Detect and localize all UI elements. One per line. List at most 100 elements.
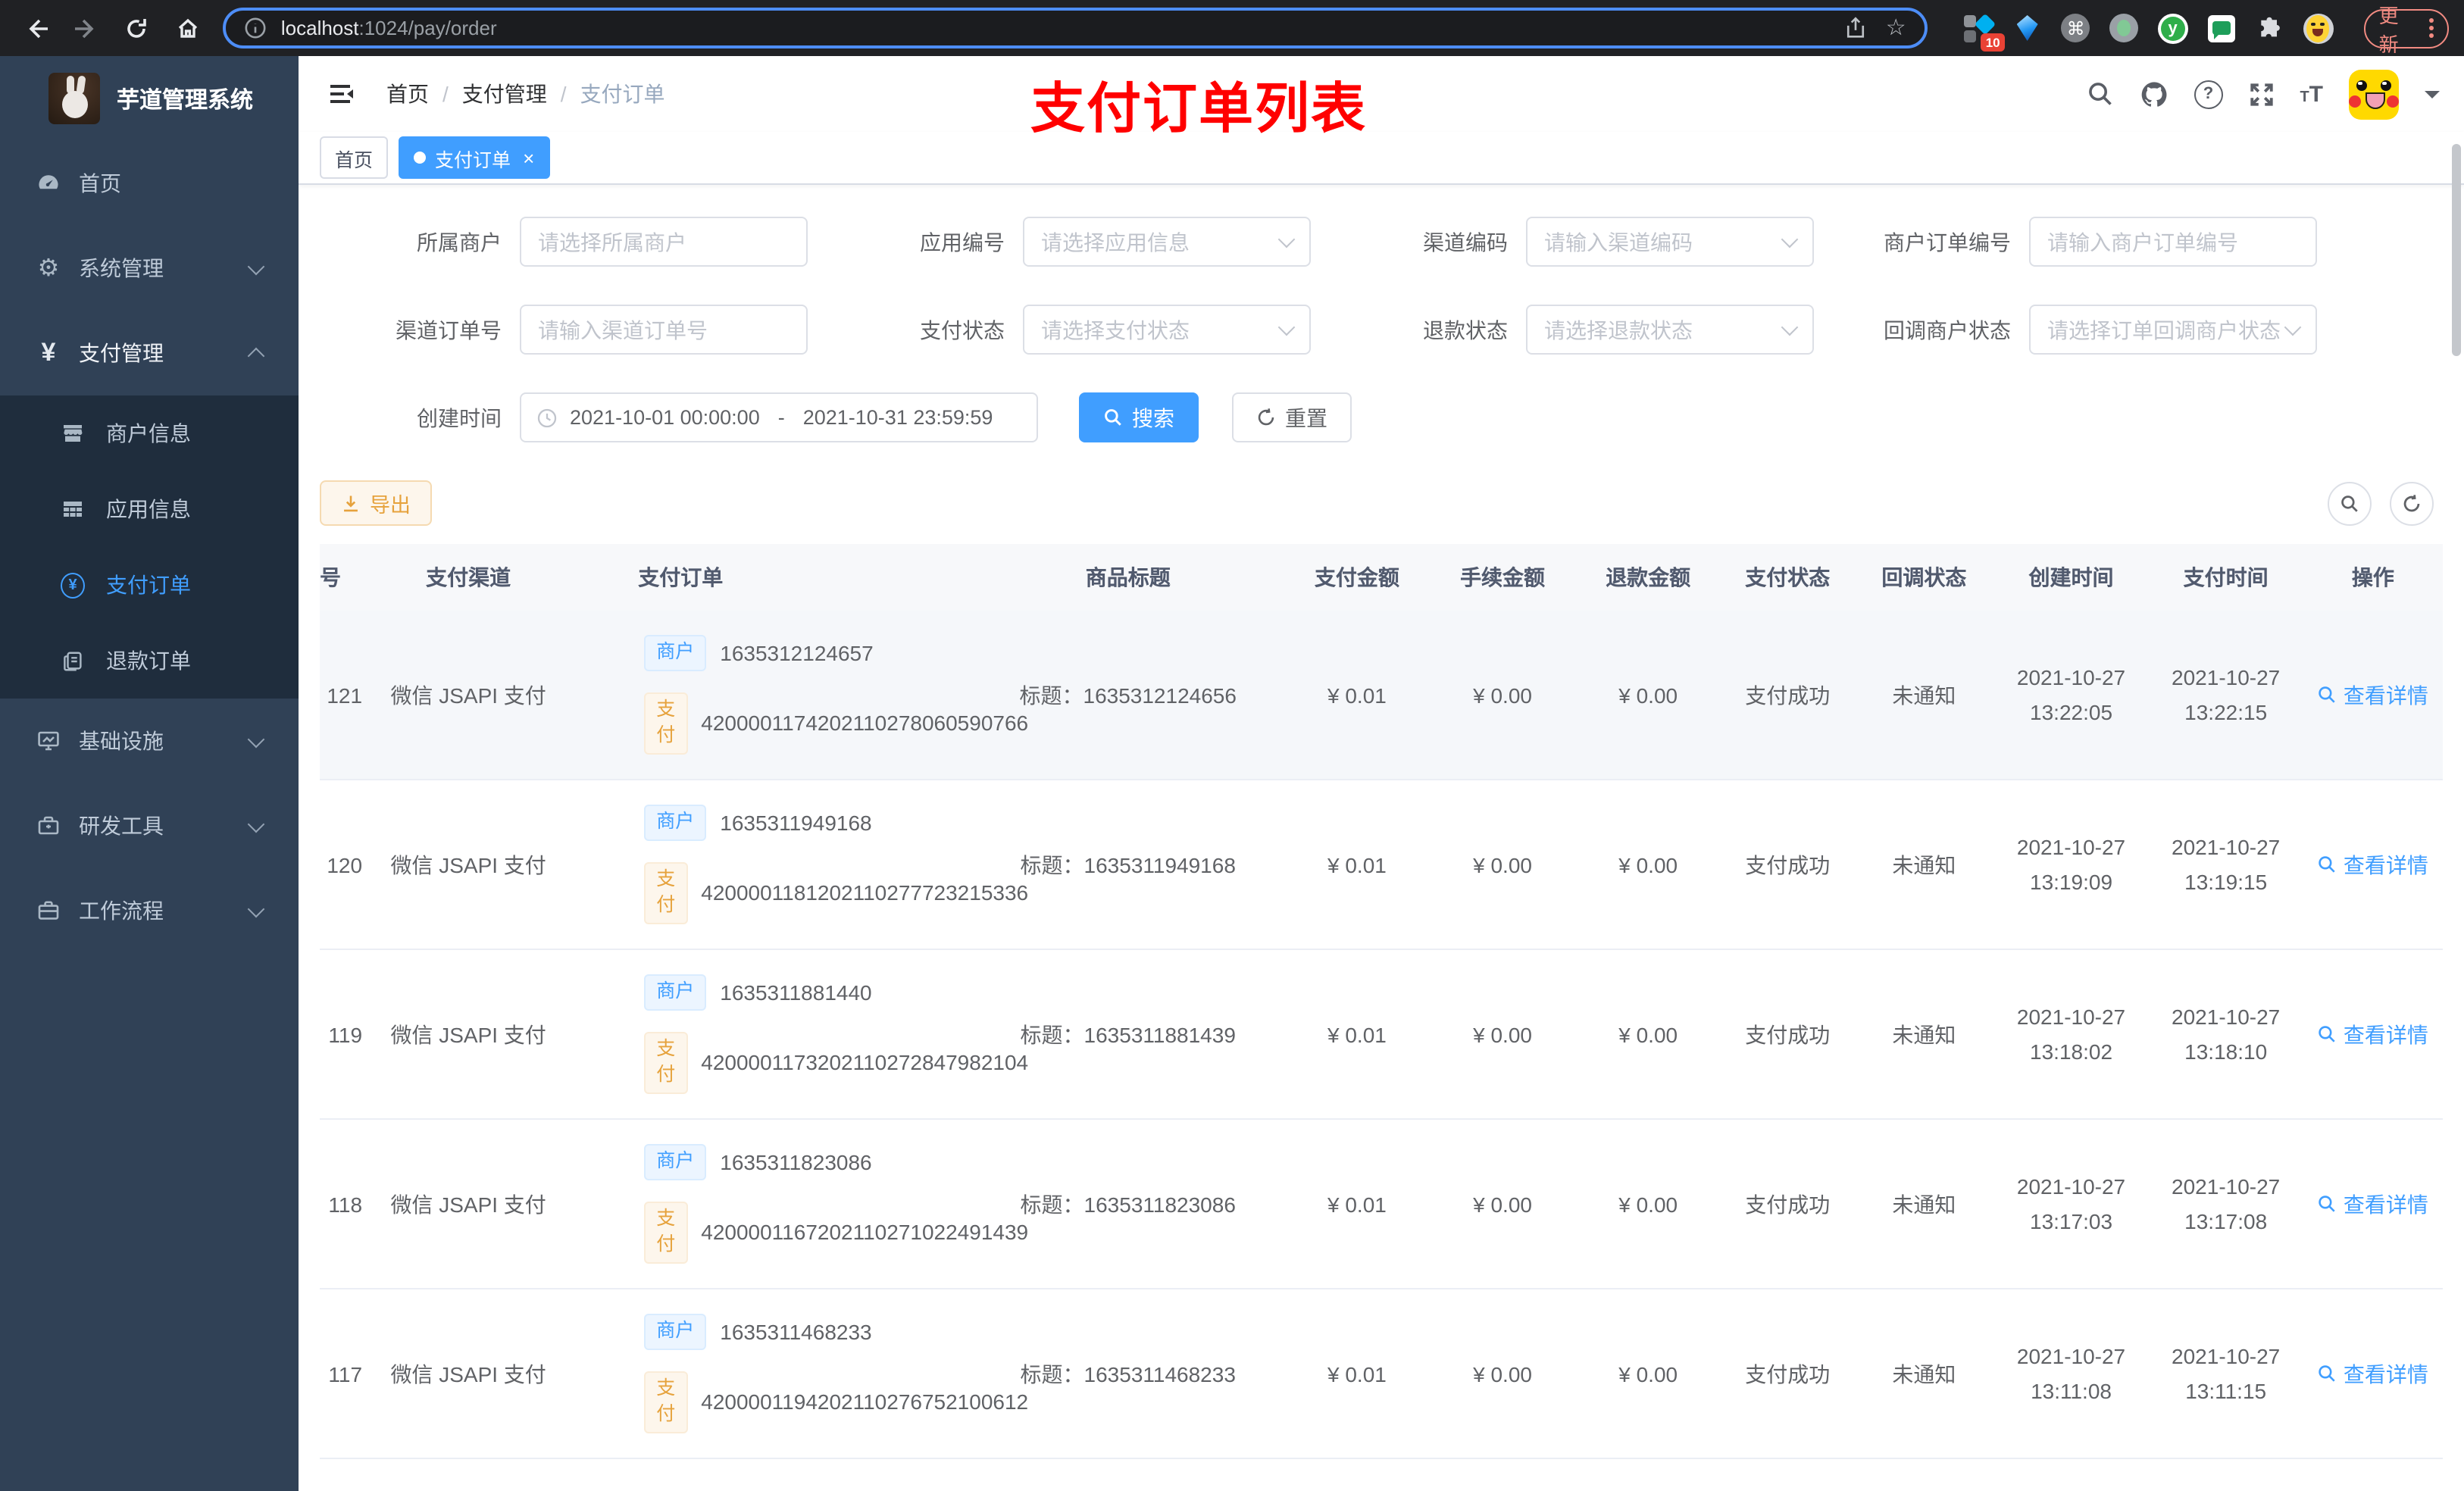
merchant-tag: 商户: [644, 1144, 707, 1180]
notify-status: 未通知: [1854, 1119, 1994, 1289]
document-icon: [61, 649, 85, 672]
view-detail-link[interactable]: 查看详情: [2318, 849, 2428, 880]
merchant-tag: 商户: [644, 635, 707, 671]
export-button[interactable]: 导出: [320, 480, 432, 526]
smiley-icon[interactable]: [2303, 13, 2334, 43]
pay-status: 支付成功: [1721, 1119, 1855, 1289]
record-icon[interactable]: [2109, 13, 2140, 43]
pay-channel: 微信 JSAPI 支付: [368, 780, 569, 950]
pay-status: 支付成功: [1721, 611, 1855, 780]
app-id-select[interactable]: 请选择应用信息: [1023, 217, 1311, 267]
url-bar[interactable]: localhost:1024/pay/order ☆: [223, 8, 1928, 48]
extensions-badge-icon[interactable]: 10: [1963, 12, 2005, 51]
sidebar-item-workflow[interactable]: 工作流程: [0, 868, 299, 953]
help-icon[interactable]: ?: [2194, 80, 2223, 108]
filter-label: 回调商户状态: [1884, 317, 2011, 342]
channel-code-select[interactable]: 请输入渠道编码: [1526, 217, 1814, 267]
search-button[interactable]: 搜索: [1079, 392, 1199, 442]
app-logo[interactable]: 芋道管理系统: [0, 56, 299, 141]
browser-menu-icon[interactable]: [2429, 18, 2434, 38]
col-pay-order: 支付订单: [568, 544, 972, 611]
forward-icon[interactable]: [66, 7, 108, 49]
sidebar-item-system[interactable]: ⚙ 系统管理: [0, 226, 299, 311]
fullscreen-icon[interactable]: [2248, 81, 2274, 107]
toggle-search-icon[interactable]: [2328, 481, 2372, 525]
col-status: 支付状态: [1721, 544, 1855, 611]
merchant-order-no-input[interactable]: [2029, 217, 2317, 267]
tab-home[interactable]: 首页: [320, 136, 389, 179]
channel-order-no-input[interactable]: [520, 305, 808, 355]
share-icon[interactable]: [1845, 17, 1868, 39]
collapse-sidebar-icon[interactable]: [329, 82, 356, 106]
view-detail-link[interactable]: 查看详情: [2318, 1019, 2428, 1049]
refund-status-select[interactable]: 请选择退款状态: [1526, 305, 1814, 355]
logo-image: [48, 73, 100, 124]
created-time: 2021-10-27 13:17:03: [1993, 1119, 2149, 1289]
reload-icon[interactable]: [116, 7, 158, 49]
gem-icon[interactable]: [2012, 13, 2043, 43]
chevron-down-icon: [247, 899, 265, 917]
date-end: 2021-10-31 23:59:59: [802, 406, 993, 429]
view-detail-link[interactable]: 查看详情: [2318, 1189, 2428, 1219]
sidebar-item-refund-order[interactable]: 退款订单: [0, 623, 299, 699]
pay-channel: 微信 JSAPI 支付: [368, 611, 569, 780]
pay-status-select[interactable]: 请选择支付状态: [1023, 305, 1311, 355]
sidebar-item-infra[interactable]: 基础设施: [0, 699, 299, 783]
y-circle-icon[interactable]: y: [2157, 13, 2188, 43]
view-detail-link[interactable]: 查看详情: [2318, 1358, 2428, 1389]
scrollbar-thumb[interactable]: [2452, 144, 2461, 356]
fee-amount: ¥ 0.00: [1430, 949, 1576, 1120]
breadcrumb-home[interactable]: 首页: [386, 79, 429, 109]
paid-time: 2021-10-27 13:22:15: [2148, 611, 2303, 780]
filter-app-id: 应用编号 请选择应用信息: [823, 217, 1311, 267]
back-icon[interactable]: [15, 7, 57, 49]
paid-time: 2021-10-27 13:17:08: [2148, 1119, 2303, 1289]
puzzle-icon[interactable]: [2255, 13, 2285, 43]
extensions-row: 10 ⌘ y: [1963, 12, 2334, 51]
chevron-down-icon: [247, 814, 265, 833]
chat-icon[interactable]: [2206, 13, 2237, 43]
home-icon[interactable]: [167, 7, 208, 49]
sidebar-item-app-info[interactable]: 应用信息: [0, 471, 299, 547]
filter-notify-status: 回调商户状态 请选择订单回调商户状态: [1829, 305, 2317, 355]
browser-update-button[interactable]: 更新: [2363, 4, 2449, 55]
sidebar-item-pay-order[interactable]: ¥ 支付订单: [0, 547, 299, 623]
page-title: 支付订单列表: [1030, 77, 1368, 139]
briefcase-icon: [36, 899, 61, 923]
notify-status-select[interactable]: 请选择订单回调商户状态: [2029, 305, 2317, 355]
col-created: 创建时间: [1993, 544, 2149, 611]
order-id: 117: [320, 1289, 369, 1459]
tab-pay-order[interactable]: 支付订单 ×: [399, 136, 550, 179]
refund-amount: ¥ 0.00: [1575, 611, 1721, 780]
refresh-icon[interactable]: [2390, 481, 2434, 525]
pay-channel: 微信 JSAPI 支付: [368, 1119, 569, 1289]
date-range-picker[interactable]: 2021-10-01 00:00:00 - 2021-10-31 23:59:5…: [520, 392, 1038, 442]
font-size-icon[interactable]: TT: [2300, 83, 2323, 105]
sidebar-item-pay[interactable]: ¥ 支付管理: [0, 311, 299, 395]
merchant-input[interactable]: [520, 217, 808, 267]
sidebar-item-label: 研发工具: [79, 814, 164, 838]
pay-order-cell: 商户 1635311823086 支付 42000011672021102710…: [574, 1144, 1028, 1264]
avatar[interactable]: [2349, 69, 2399, 119]
caret-down-icon[interactable]: [2425, 90, 2440, 105]
fee-amount: ¥ 0.00: [1430, 1289, 1576, 1459]
bookmark-star-icon[interactable]: ☆: [1886, 17, 1906, 39]
breadcrumb-pay[interactable]: 支付管理: [462, 79, 547, 109]
close-icon[interactable]: ×: [523, 148, 534, 167]
github-icon[interactable]: [2139, 80, 2168, 108]
filter-label: 所属商户: [417, 230, 502, 254]
pay-channel: [368, 1458, 568, 1491]
pay-amount: ¥ 0.01: [1284, 780, 1430, 950]
reset-button[interactable]: 重置: [1232, 392, 1352, 442]
sidebar-item-merchant-info[interactable]: 商户信息: [0, 395, 299, 471]
pay-order-cell: 商户 1635311949168 支付 42000011812021102777…: [574, 805, 1028, 924]
order-id: [320, 1458, 368, 1491]
view-detail-link[interactable]: 查看详情: [2318, 680, 2428, 710]
sidebar-item-home[interactable]: 首页: [0, 141, 299, 226]
filter-label: 渠道订单号: [396, 317, 502, 342]
sidebar-item-devtools[interactable]: 研发工具: [0, 783, 299, 868]
site-info-icon[interactable]: [245, 17, 267, 39]
command-icon[interactable]: ⌘: [2061, 13, 2091, 43]
fee-amount: ¥ 0.00: [1430, 1119, 1576, 1289]
search-icon[interactable]: [2086, 80, 2113, 108]
